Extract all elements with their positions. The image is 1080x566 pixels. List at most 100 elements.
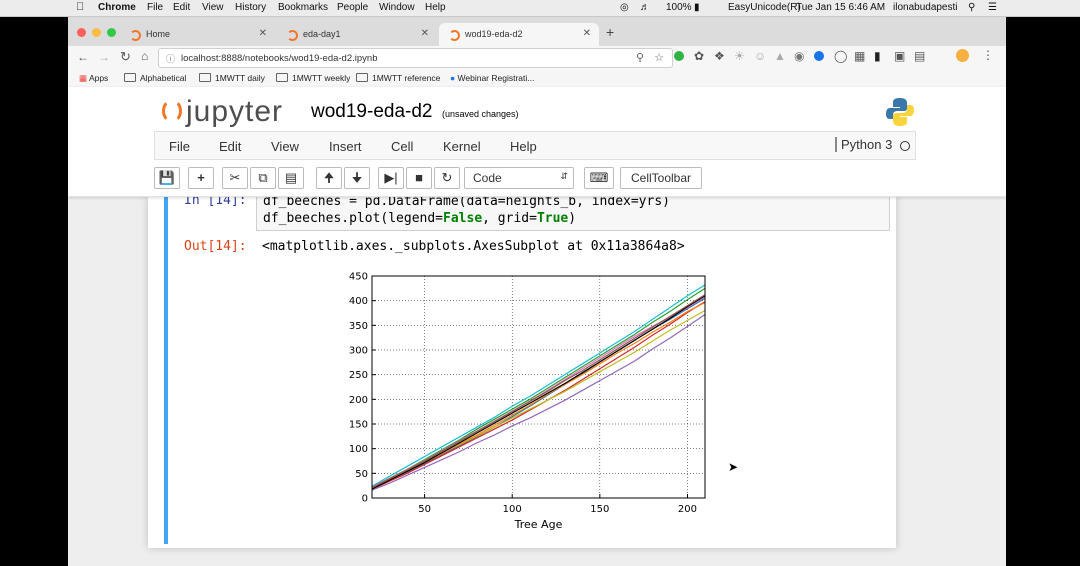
menubar-file[interactable]: File xyxy=(147,2,163,13)
restart-kernel-button[interactable]: ↻ xyxy=(434,167,460,189)
code-keyword: True xyxy=(536,211,569,226)
extension-icon[interactable]: ◯ xyxy=(834,49,847,63)
x-tick-label: 150 xyxy=(590,504,609,515)
menubar-help[interactable]: Help xyxy=(425,2,446,13)
menubar-bookmarks[interactable]: Bookmarks xyxy=(278,2,328,13)
clock[interactable]: Tue Jan 15 6:46 AM xyxy=(796,2,885,13)
bookmarks-bar: ▦ Apps Alphabetical 1MWTT daily 1MWTT we… xyxy=(68,70,1006,88)
extension-icon[interactable]: ☀ xyxy=(734,49,745,63)
extension-icon[interactable]: ▤ xyxy=(914,49,925,63)
move-down-button[interactable]: 🠋 xyxy=(344,167,370,189)
new-tab-icon[interactable]: + xyxy=(606,24,614,40)
jupyter-logo-text: jupyter xyxy=(186,95,284,128)
menu-kernel[interactable]: Kernel xyxy=(443,139,481,154)
battery-percent: 100% xyxy=(666,2,692,13)
x-axis-label: Tree Age xyxy=(514,518,563,531)
back-icon[interactable]: ← xyxy=(77,50,89,64)
info-icon[interactable]: ⓘ xyxy=(166,52,175,65)
profile-avatar[interactable] xyxy=(956,49,969,62)
menu-file[interactable]: File xyxy=(169,139,190,154)
close-tab-icon[interactable]: ✕ xyxy=(421,28,429,39)
volume-icon[interactable]: ♬ xyxy=(640,2,650,13)
folder-icon xyxy=(356,73,368,82)
notebook-page: In [14]: df_beeches = pd.DataFrame(data=… xyxy=(148,191,896,548)
bookmark-1mwtt-daily[interactable]: 1MWTT daily xyxy=(199,73,265,83)
menu-insert[interactable]: Insert xyxy=(329,139,362,154)
apple-icon[interactable]:  xyxy=(76,1,84,13)
menu-edit[interactable]: Edit xyxy=(219,139,241,154)
select-arrows-icon: ⇵ xyxy=(560,171,568,181)
run-cell-button[interactable]: ▶| xyxy=(378,167,404,189)
zoom-search-icon[interactable]: ⚲ xyxy=(636,51,644,64)
notification-center-icon[interactable]: ☰ xyxy=(988,2,997,13)
extension-icon[interactable]: ✿ xyxy=(694,49,704,63)
tab-home[interactable]: Home ✕ xyxy=(120,23,275,46)
tab-label: wod19-eda-d2 xyxy=(465,29,523,39)
tab-label: eda-day1 xyxy=(303,29,341,39)
interrupt-button[interactable]: ■ xyxy=(406,167,432,189)
home-icon[interactable]: ⌂ xyxy=(141,49,148,63)
zoom-window-icon[interactable] xyxy=(107,28,116,37)
bookmark-apps[interactable]: ▦ Apps xyxy=(79,73,108,84)
move-up-button[interactable]: 🠉 xyxy=(316,167,342,189)
extension-icon[interactable]: ◉ xyxy=(794,49,804,63)
menubar-app-name[interactable]: Chrome xyxy=(98,2,136,13)
cell-type-select[interactable]: Code ⇵ xyxy=(464,167,574,189)
menubar-user[interactable]: ilonabudapesti xyxy=(893,2,958,13)
bookmark-1mwtt-weekly[interactable]: 1MWTT weekly xyxy=(276,73,350,83)
menubar-history[interactable]: History xyxy=(235,2,266,13)
celltoolbar-button[interactable]: CellToolbar xyxy=(620,167,702,189)
address-bar[interactable]: ⓘ localhost:8888/notebooks/wod19-eda-d2.… xyxy=(158,48,673,68)
evernote-extension-icon[interactable] xyxy=(674,51,684,61)
bookmark-alphabetical[interactable]: Alphabetical xyxy=(124,73,186,83)
insert-cell-button[interactable]: + xyxy=(188,167,214,189)
close-window-icon[interactable] xyxy=(77,28,86,37)
jupyter-logo[interactable]: jupyter xyxy=(162,95,283,129)
bookmark-label: Apps xyxy=(88,73,109,83)
menubar-people[interactable]: People xyxy=(337,2,368,13)
spotlight-icon[interactable]: ⚲ xyxy=(968,2,975,13)
menubar-edit[interactable]: Edit xyxy=(173,2,190,13)
copy-button[interactable]: ⧉ xyxy=(250,167,276,189)
menubar-view[interactable]: View xyxy=(202,2,224,13)
save-button[interactable]: 💾 xyxy=(154,167,180,189)
extension-icon[interactable]: ▮ xyxy=(874,49,881,63)
tab-wod19-eda-d2[interactable]: wod19-eda-d2 ✕ xyxy=(439,23,599,46)
paste-button[interactable]: ▤ xyxy=(278,167,304,189)
close-tab-icon[interactable]: ✕ xyxy=(259,28,267,39)
bookmark-webinar[interactable]: ● Webinar Registrati... xyxy=(450,73,534,83)
kernel-status-idle-icon xyxy=(900,141,910,151)
bookmark-star-icon[interactable]: ☆ xyxy=(654,51,664,64)
minimize-window-icon[interactable] xyxy=(92,28,101,37)
bookmark-label: 1MWTT weekly xyxy=(292,73,351,83)
command-palette-button[interactable]: ⌨ xyxy=(584,167,614,189)
code-input-area[interactable]: df_beeches = pd.DataFrame(data=heights_b… xyxy=(256,191,890,231)
bookmark-1mwtt-reference[interactable]: 1MWTT reference xyxy=(356,73,440,83)
battery-icon[interactable]: ▮ xyxy=(694,2,700,13)
chrome-menu-icon[interactable]: ⋮ xyxy=(982,48,994,62)
cut-button[interactable]: ✂ xyxy=(222,167,248,189)
forward-icon[interactable]: → xyxy=(98,50,110,64)
url-text: localhost:8888/notebooks/wod19-eda-d2.ip… xyxy=(181,53,378,64)
x-tick-label: 100 xyxy=(503,504,522,515)
notebook-title[interactable]: wod19-eda-d2 xyxy=(311,101,432,123)
menubar-window[interactable]: Window xyxy=(379,2,415,13)
menu-cell[interactable]: Cell xyxy=(391,139,413,154)
code-text: ) xyxy=(568,211,577,226)
extension-icon[interactable]: ▣ xyxy=(894,49,905,63)
code-line-2: df_beeches.plot(legend=False, grid=True) xyxy=(263,210,889,227)
extension-icon[interactable]: ☺ xyxy=(754,49,766,63)
menu-view[interactable]: View xyxy=(271,139,299,154)
input-source[interactable]: EasyUnicode(R) xyxy=(728,2,801,13)
extension-icon[interactable]: ▲ xyxy=(774,49,786,63)
extension-icon[interactable]: ❖ xyxy=(714,49,725,63)
apps-grid-icon: ▦ xyxy=(79,73,88,83)
tab-eda-day1[interactable]: eda-day1 ✕ xyxy=(277,23,437,46)
close-tab-icon[interactable]: ✕ xyxy=(583,28,591,39)
extension-icon[interactable] xyxy=(814,51,824,61)
menu-help[interactable]: Help xyxy=(510,139,537,154)
extension-icon[interactable]: ▦ xyxy=(854,49,865,63)
reload-icon[interactable]: ↻ xyxy=(120,49,131,65)
page-scrollbar[interactable] xyxy=(1000,196,1006,566)
wifi-icon[interactable]: ◎ xyxy=(620,2,629,13)
